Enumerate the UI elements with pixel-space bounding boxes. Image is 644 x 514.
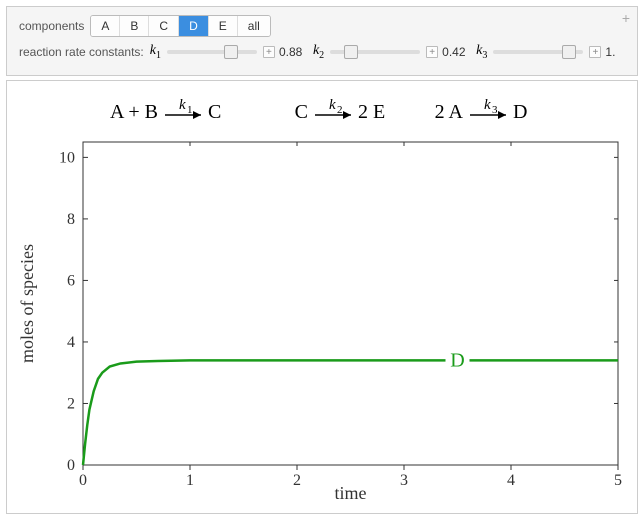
k2-group: k2 + 0.42 <box>313 43 470 61</box>
plot-area: A + Bk1CCk22 E2 Ak3D0123450246810timemol… <box>13 87 631 507</box>
svg-text:0: 0 <box>67 457 75 474</box>
k2-label: k2 <box>313 43 324 61</box>
k3-label: k3 <box>476 43 487 61</box>
components-label: components <box>19 19 84 33</box>
control-panel: + components ABCDEall reaction rate cons… <box>6 6 638 76</box>
svg-text:2 E: 2 E <box>358 101 385 123</box>
setter-option-a[interactable]: A <box>91 16 120 36</box>
series-label-D: D <box>450 349 464 371</box>
setter-option-d[interactable]: D <box>179 16 209 36</box>
setter-option-all[interactable]: all <box>238 16 270 36</box>
k1-expand-icon[interactable]: + <box>263 46 275 58</box>
svg-text:k: k <box>484 97 491 113</box>
svg-text:C: C <box>208 101 221 123</box>
reaction-equations: A + Bk1CCk22 E2 Ak3D <box>110 97 527 123</box>
k3-value: 1. <box>605 45 633 59</box>
svg-text:5: 5 <box>614 472 622 489</box>
k1-value: 0.88 <box>279 45 307 59</box>
svg-text:A + B: A + B <box>110 101 158 123</box>
x-axis-label: time <box>335 483 367 503</box>
setter-option-e[interactable]: E <box>209 16 238 36</box>
k1-group: k1 + 0.88 <box>150 43 307 61</box>
setter-option-c[interactable]: C <box>149 16 179 36</box>
svg-text:3: 3 <box>492 104 498 116</box>
svg-text:10: 10 <box>59 149 75 166</box>
rate-label: reaction rate constants: <box>19 45 144 59</box>
svg-text:6: 6 <box>67 272 75 289</box>
svg-text:3: 3 <box>400 472 408 489</box>
svg-text:2: 2 <box>67 395 75 412</box>
svg-text:D: D <box>513 101 527 123</box>
axes: 0 1 2 3 4 5 0 2 4 6 8 10 <box>59 142 622 489</box>
svg-text:k: k <box>329 97 336 113</box>
svg-text:2 A: 2 A <box>435 101 464 123</box>
rates-row: reaction rate constants: k1 + 0.88 k2 + … <box>19 43 625 61</box>
k2-value: 0.42 <box>442 45 470 59</box>
svg-text:2: 2 <box>337 104 343 116</box>
svg-text:8: 8 <box>67 211 75 228</box>
svg-text:1: 1 <box>187 104 193 116</box>
svg-text:4: 4 <box>507 472 515 489</box>
plot-svg: A + Bk1CCk22 E2 Ak3D0123450246810timemol… <box>13 87 625 507</box>
y-axis-label: moles of species <box>17 244 37 363</box>
k1-label: k1 <box>150 43 161 61</box>
k3-slider[interactable] <box>493 50 583 54</box>
series-D <box>83 360 618 465</box>
svg-text:2: 2 <box>293 472 301 489</box>
k1-slider[interactable] <box>167 50 257 54</box>
components-setter[interactable]: ABCDEall <box>90 15 270 37</box>
expand-icon[interactable]: + <box>619 11 633 25</box>
svg-text:4: 4 <box>67 334 75 351</box>
svg-text:0: 0 <box>79 472 87 489</box>
setter-option-b[interactable]: B <box>120 16 149 36</box>
plot-panel: A + Bk1CCk22 E2 Ak3D0123450246810timemol… <box>6 80 638 514</box>
k2-expand-icon[interactable]: + <box>426 46 438 58</box>
svg-text:C: C <box>295 101 308 123</box>
svg-text:1: 1 <box>186 472 194 489</box>
k3-expand-icon[interactable]: + <box>589 46 601 58</box>
k2-slider[interactable] <box>330 50 420 54</box>
components-row: components ABCDEall <box>19 15 625 37</box>
k3-group: k3 + 1. <box>476 43 633 61</box>
svg-text:k: k <box>179 97 186 113</box>
